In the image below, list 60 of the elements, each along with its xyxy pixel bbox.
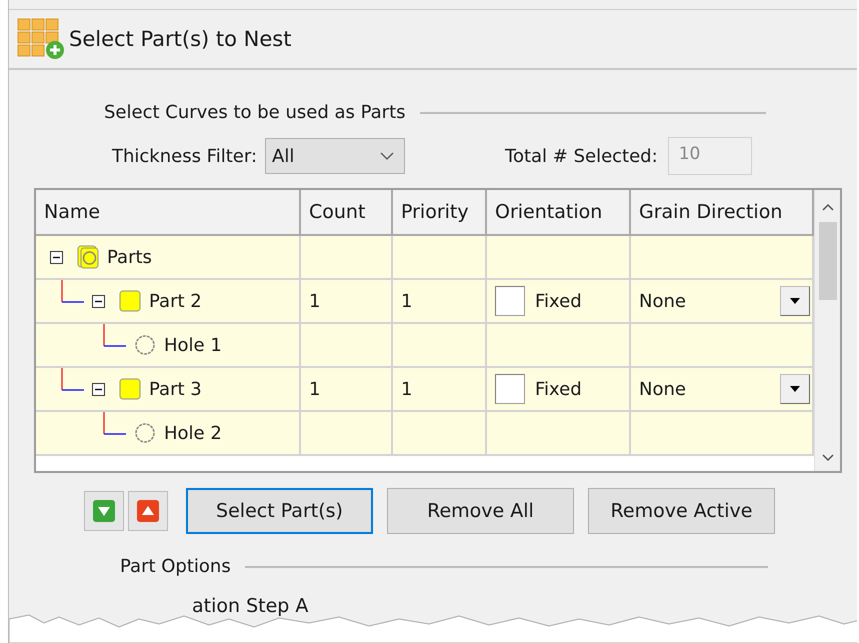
circle-icon: [134, 422, 156, 444]
triangle-down-icon: [790, 298, 800, 304]
tree-cell[interactable]: Hole 2: [36, 412, 301, 456]
scroll-up-icon[interactable]: [820, 202, 834, 212]
column-header[interactable]: Name: [36, 190, 301, 236]
cell-value: None: [639, 378, 686, 400]
row-label: Part 3: [149, 378, 202, 400]
table-cell: 1: [301, 280, 393, 324]
window-title: Select Part(s) to Nest: [69, 27, 292, 51]
total-selected-field: 10: [668, 137, 752, 175]
tree-cell[interactable]: Part 3: [36, 368, 301, 412]
tree-cell[interactable]: Hole 1: [36, 324, 301, 368]
collapse-icon[interactable]: [92, 294, 105, 308]
row-label: Hole 1: [164, 334, 222, 356]
tree-line: [103, 324, 126, 347]
table-cell: 1: [393, 368, 487, 412]
scroll-down-icon[interactable]: [820, 453, 834, 463]
column-header[interactable]: Orientation: [487, 190, 631, 236]
dropdown-button[interactable]: [780, 374, 810, 404]
square-icon: [119, 290, 141, 312]
tree-line: [61, 368, 84, 391]
checkbox-label: Fixed: [535, 378, 582, 400]
checkbox[interactable]: [495, 374, 525, 404]
field-label: ation Step A: [192, 595, 308, 617]
field-label: Total # Selected:: [505, 146, 658, 166]
section-title: Select Curves to be used as Parts: [104, 102, 406, 123]
column-header[interactable]: Count: [301, 190, 393, 236]
move-down-button[interactable]: [84, 491, 124, 531]
collapse-icon[interactable]: [50, 250, 63, 264]
circle-icon: [134, 334, 156, 356]
table-cell: 1: [393, 280, 487, 324]
checkbox[interactable]: [495, 286, 525, 316]
triangle-down-icon: [790, 386, 800, 392]
row-label: Part 2: [149, 290, 202, 312]
action-button[interactable]: Remove All: [387, 488, 574, 534]
parts-group-icon: [77, 245, 99, 269]
square-icon: [119, 378, 141, 400]
scroll-thumb[interactable]: [818, 222, 836, 300]
tree-line: [103, 412, 126, 435]
column-header[interactable]: Grain Direction: [631, 190, 814, 236]
row-label: Hole 2: [164, 422, 222, 444]
collapse-icon[interactable]: [92, 382, 105, 396]
tree-line: [61, 280, 84, 303]
field-label: Thickness Filter:: [112, 146, 258, 166]
tree-cell[interactable]: Part 2: [36, 280, 301, 324]
action-button[interactable]: Select Part(s): [186, 488, 373, 534]
move-up-button[interactable]: [128, 491, 168, 531]
column-header[interactable]: Priority: [393, 190, 487, 236]
tree-cell[interactable]: Parts: [36, 236, 301, 280]
section-title: Part Options: [120, 556, 231, 577]
dropdown-button[interactable]: [780, 286, 810, 316]
action-button[interactable]: Remove Active: [588, 488, 775, 534]
thickness-dropdown[interactable]: All: [265, 138, 406, 174]
grid-plus-icon: [17, 18, 65, 60]
chevron-down-icon: [380, 152, 394, 160]
cell-value: None: [639, 290, 686, 312]
scrollbar[interactable]: [814, 190, 840, 471]
table-cell: 1: [301, 368, 393, 412]
row-label: Parts: [107, 246, 152, 268]
checkbox-label: Fixed: [535, 290, 582, 312]
